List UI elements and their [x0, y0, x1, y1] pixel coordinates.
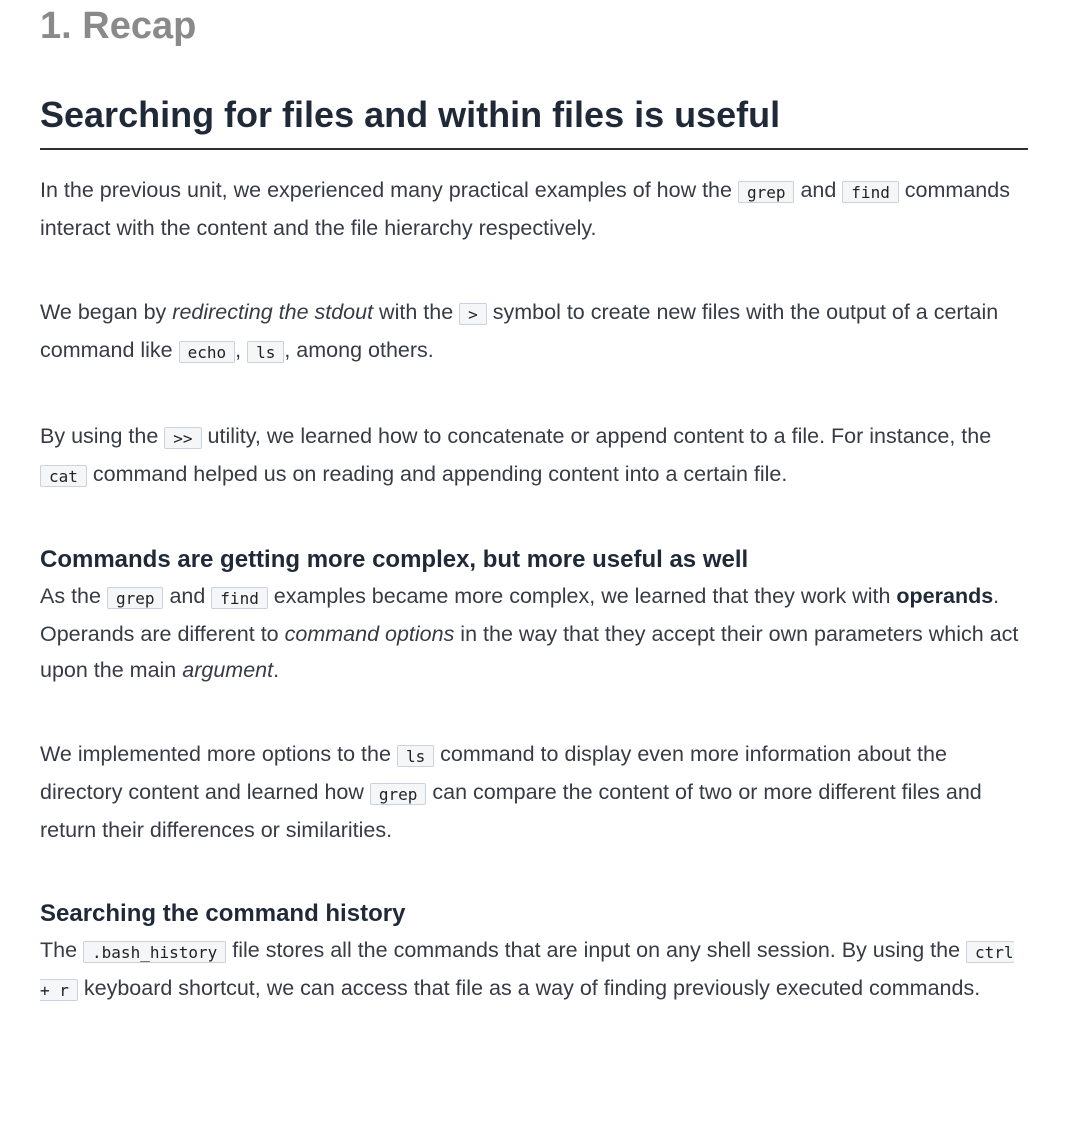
paragraph-append: By using the >> utility, we learned how …	[40, 418, 1028, 494]
code-ls: ls	[396, 745, 435, 767]
code-redirect-symbol: >	[459, 303, 487, 325]
code-ls: ls	[247, 341, 285, 363]
paragraph-text: We began by	[40, 300, 173, 324]
paragraph-text: The	[40, 938, 84, 962]
subheading-commands-complex: Commands are getting more complex, but m…	[40, 546, 749, 573]
paragraph-ls-options: We implemented more options to the ls co…	[40, 736, 1028, 848]
emphasis-text: argument	[182, 658, 274, 682]
code-bash-history: .bash_history	[83, 941, 227, 963]
paragraph-text: and	[794, 178, 843, 202]
code-grep: grep	[369, 783, 427, 805]
paragraph-text: We implemented more options to the	[40, 742, 397, 766]
main-heading: Searching for files and within files is …	[40, 92, 1028, 150]
paragraph-bash-history: The .bash_history file stores all the co…	[40, 932, 1028, 1008]
code-grep: grep	[737, 181, 795, 203]
subheading-command-history: Searching the command history	[40, 900, 406, 927]
code-append-symbol: >>	[164, 427, 202, 449]
paragraph-text: command helped us on reading and appendi…	[86, 462, 788, 486]
paragraph-text: , among others.	[284, 338, 434, 362]
paragraph-text: examples became more complex, we learned…	[267, 584, 897, 608]
paragraph-text: ,	[235, 338, 248, 362]
emphasis-text: redirecting the stdout	[172, 300, 374, 324]
paragraph-text: file stores all the commands that are in…	[226, 938, 967, 962]
paragraph-operands: As the grep and find examples became mor…	[40, 578, 1028, 688]
paragraph-grep-find-intro: In the previous unit, we experienced man…	[40, 172, 1028, 246]
code-echo: echo	[178, 341, 236, 363]
emphasis-text: command options	[284, 622, 455, 646]
paragraph-text: utility, we learned how to concatenate o…	[201, 424, 992, 448]
paragraph-text: keyboard shortcut, we can access that fi…	[77, 976, 981, 1000]
strong-text: operands	[896, 584, 994, 608]
paragraph-redirect: We began by redirecting the stdout with …	[40, 294, 1028, 370]
document-page: 1. Recap Searching for files and within …	[0, 0, 1086, 1008]
code-grep: grep	[106, 587, 164, 609]
section-title: 1. Recap	[40, 5, 197, 47]
paragraph-text: with the	[373, 300, 460, 324]
paragraph-text: and	[163, 584, 212, 608]
paragraph-text: .	[273, 658, 280, 682]
code-cat: cat	[40, 465, 87, 487]
code-find: find	[842, 181, 899, 203]
paragraph-text: In the previous unit, we experienced man…	[40, 178, 738, 202]
paragraph-text: By using the	[40, 424, 165, 448]
code-find: find	[211, 587, 268, 609]
paragraph-text: As the	[40, 584, 107, 608]
